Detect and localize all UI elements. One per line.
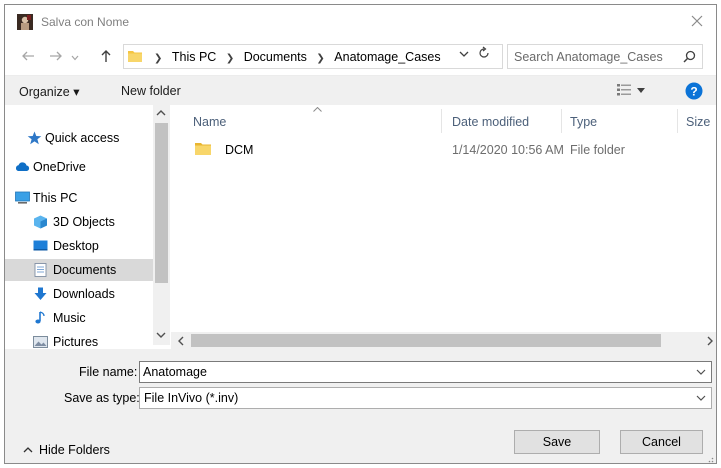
sidebar-item-desktop[interactable]: Desktop [5, 235, 153, 257]
sidebar-item-label: Quick access [45, 131, 120, 145]
address-dropdown-chevron-icon[interactable] [459, 49, 469, 59]
column-divider[interactable] [561, 109, 562, 133]
sidebar-item-documents[interactable]: Documents [5, 259, 153, 281]
cancel-button[interactable]: Cancel [620, 430, 703, 454]
column-header-date-modified[interactable]: Date modified [452, 115, 529, 129]
forward-arrow-icon[interactable] [47, 47, 65, 65]
save-as-type-label: Save as type: [64, 391, 140, 405]
app-icon [17, 14, 33, 30]
file-name-label: File name: [79, 365, 138, 379]
cloud-icon [15, 162, 30, 171]
breadcrumb-documents[interactable]: Documents [244, 50, 307, 64]
scroll-up-arrow-icon[interactable] [156, 109, 166, 117]
scroll-left-arrow-icon[interactable] [177, 336, 185, 346]
column-header-label: Name [193, 115, 227, 129]
column-header-name[interactable]: Name [193, 107, 433, 135]
sidebar-item-downloads[interactable]: Downloads [5, 283, 153, 305]
column-header-size[interactable]: Size [686, 115, 710, 129]
title-bar: Salva con Nome [5, 5, 716, 37]
new-folder-button[interactable]: New folder [121, 84, 181, 98]
breadcrumb: ❯ This PC ❯ Documents ❯ Anatomage_Cases [148, 50, 441, 64]
document-icon [34, 263, 47, 277]
refresh-icon[interactable] [477, 46, 491, 60]
date-modified-cell: 1/14/2020 10:56 AM [452, 143, 564, 157]
sort-ascending-icon [313, 107, 322, 112]
scroll-right-arrow-icon[interactable] [706, 336, 714, 346]
chevron-down-icon [696, 395, 706, 401]
breadcrumb-this-pc[interactable]: This PC [172, 50, 216, 64]
chevron-down-icon[interactable] [696, 369, 706, 375]
cube-icon [34, 215, 47, 229]
computer-icon [15, 191, 30, 204]
sidebar-item-3d-objects[interactable]: 3D Objects [5, 211, 153, 233]
search-input[interactable] [514, 49, 674, 65]
folder-icon [128, 51, 142, 62]
save-form: File name: Save as type: File InVivo (*.… [5, 349, 716, 463]
recent-locations-chevron-icon[interactable] [69, 47, 81, 65]
window-title: Salva con Nome [41, 15, 130, 29]
search-box[interactable] [507, 44, 703, 69]
sidebar-item-label: Music [53, 311, 86, 325]
desktop-icon [33, 240, 48, 251]
hide-folders-button[interactable]: Hide Folders [23, 443, 110, 457]
address-bar[interactable]: ❯ This PC ❯ Documents ❯ Anatomage_Cases [123, 44, 503, 69]
column-divider[interactable] [441, 109, 442, 133]
chevron-up-icon [23, 447, 33, 453]
scroll-down-arrow-icon[interactable] [156, 331, 166, 339]
breadcrumb-separator-icon: ❯ [225, 53, 235, 64]
column-divider[interactable] [677, 109, 678, 133]
sidebar-item-label: Downloads [53, 287, 115, 301]
scrollbar-thumb[interactable] [155, 123, 168, 283]
folder-icon [195, 143, 211, 155]
save-button[interactable]: Save [514, 430, 600, 454]
file-list: Name Date modified Type Size DCM 1/14/20… [171, 105, 716, 330]
breadcrumb-separator-icon: ❯ [154, 53, 163, 64]
organize-button[interactable]: Organize ▾ [19, 84, 79, 99]
scrollbar-thumb[interactable] [191, 334, 661, 347]
search-icon[interactable] [683, 50, 696, 63]
table-row[interactable]: DCM 1/14/2020 10:56 AM File folder [189, 139, 699, 161]
svg-text:?: ? [690, 85, 697, 99]
resize-grip-icon[interactable] [704, 453, 714, 463]
sidebar-item-label: 3D Objects [53, 215, 115, 229]
type-cell: File folder [570, 143, 625, 157]
breadcrumb-anatomage-cases[interactable]: Anatomage_Cases [334, 50, 440, 64]
file-list-horizontal-scrollbar[interactable] [171, 332, 716, 349]
sidebar-item-label: Desktop [53, 239, 99, 253]
sidebar-item-label: Documents [53, 263, 117, 277]
file-name-input[interactable] [143, 364, 683, 380]
sidebar-item-quick-access[interactable]: Quick access [5, 127, 153, 149]
pictures-icon [33, 336, 48, 348]
hide-folders-label: Hide Folders [39, 443, 110, 457]
sidebar-item-label: This PC [33, 191, 78, 205]
view-dropdown-chevron-icon[interactable] [637, 88, 645, 94]
star-icon [27, 131, 42, 145]
sidebar-item-this-pc[interactable]: This PC [5, 187, 153, 209]
save-as-type-value: File InVivo (*.inv) [144, 391, 239, 405]
command-toolbar: Organize ▾ New folder ? [5, 75, 716, 105]
save-as-type-select[interactable]: File InVivo (*.inv) [139, 387, 712, 409]
sidebar-item-label: OneDrive [33, 160, 86, 174]
up-arrow-icon[interactable] [97, 47, 115, 65]
view-options-icon[interactable] [617, 84, 631, 96]
navigation-bar: ❯ This PC ❯ Documents ❯ Anatomage_Cases [5, 41, 716, 71]
sidebar-item-music[interactable]: Music [5, 307, 153, 329]
help-icon[interactable]: ? [685, 82, 703, 100]
navigation-pane-scrollbar[interactable] [153, 105, 170, 345]
file-name-cell: DCM [225, 143, 254, 157]
file-name-field[interactable] [139, 361, 712, 383]
breadcrumb-separator-icon: ❯ [316, 53, 325, 64]
column-header-type[interactable]: Type [570, 115, 597, 129]
download-icon [34, 287, 47, 300]
sidebar-item-onedrive[interactable]: OneDrive [5, 156, 153, 178]
back-arrow-icon[interactable] [19, 47, 37, 65]
close-icon[interactable] [690, 14, 704, 28]
save-as-dialog: Salva con Nome ❯ This PC ❯ Documents ❯ A… [4, 4, 717, 464]
sidebar-item-label: Pictures [53, 335, 99, 349]
navigation-pane: Quick access OneDrive This PC 3D Objects [5, 105, 170, 349]
music-icon [35, 311, 45, 324]
